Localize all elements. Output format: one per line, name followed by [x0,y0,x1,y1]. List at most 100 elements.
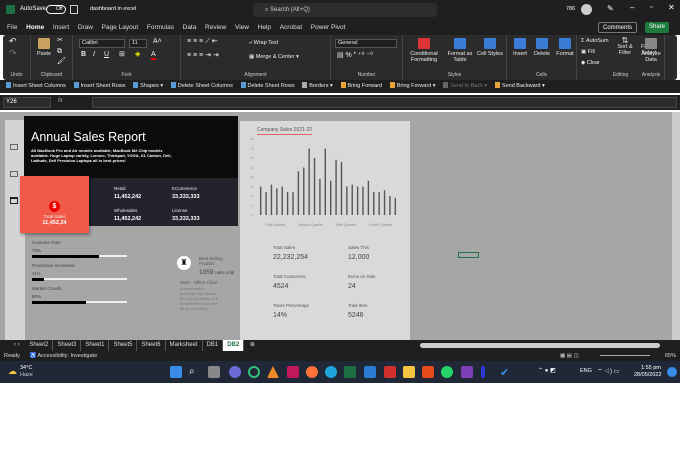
sheet-tab[interactable]: Sheet1 [81,340,110,351]
teams-icon[interactable] [229,366,241,378]
vlc-icon[interactable] [267,366,279,378]
restore-button[interactable]: ▫ [650,4,652,11]
app-icon[interactable] [481,366,485,378]
search-box[interactable]: ⌕ Search (Alt+Q) [253,3,437,17]
cut-icon[interactable]: ✂ [57,37,63,44]
borders-icon[interactable]: ⊞ [119,51,125,58]
insert-cells-button[interactable]: Insert [510,38,530,57]
copy-icon[interactable]: ⧉ [57,48,62,55]
format-cells-button[interactable]: Format [554,38,576,57]
prev-sheet-button[interactable]: ‹ › [10,340,24,351]
autosum-button[interactable]: Σ AutoSum [581,38,609,44]
qat-delete-sheet-columns[interactable]: Delete Sheet Columns [170,80,233,93]
conditional-formatting-button[interactable]: Conditional Formatting [405,38,443,63]
whatsapp-icon[interactable] [441,366,453,378]
excel-icon[interactable] [344,366,356,378]
todo-icon[interactable]: ✔ [500,366,512,379]
add-sheet-button[interactable]: ⊕ [246,340,259,351]
fill-color-icon[interactable]: ◈ [135,51,140,58]
network-sound-battery-icons[interactable]: ⌔ ◁) ▭ [597,367,619,375]
qat-borders[interactable]: Borders ▾ [302,80,333,93]
undo-icon[interactable]: ↶ [9,37,17,46]
font-size-select[interactable]: 11 [129,39,147,48]
name-box[interactable]: Y26 [3,97,51,108]
sheet-tab[interactable]: Sheet3 [53,340,82,351]
delete-cells-button[interactable]: Delete [531,38,553,57]
task-view-icon[interactable] [208,366,220,378]
bold-button[interactable]: B [81,51,86,58]
clock-date[interactable]: 28/05/2022 [634,372,662,378]
redo-icon[interactable]: ↷ [9,49,17,58]
formula-input[interactable] [92,97,677,108]
tab-view[interactable]: View [235,20,249,35]
merge-center-button[interactable]: ▦ Merge & Center ▾ [249,54,299,60]
tab-acrobat[interactable]: Acrobat [280,20,302,35]
tab-page-layout[interactable]: Page Layout [102,20,139,35]
view-buttons[interactable]: ▦ ▤ ◫ [560,351,579,361]
tab-insert[interactable]: Insert [53,20,69,35]
worksheet[interactable]: Annual Sales Report All MacBook Pro and … [0,112,680,340]
underline-button[interactable]: U [104,51,109,58]
qat-insert-sheet-rows[interactable]: Insert Sheet Rows [73,80,126,93]
notification-icon[interactable] [667,367,677,377]
increase-font-icon[interactable]: A˄ [153,38,162,45]
start-icon[interactable] [170,366,182,378]
format-as-table-button[interactable]: Format as Table [445,38,475,63]
avatar[interactable] [581,4,592,15]
tab-draw[interactable]: Draw [78,20,93,35]
qat-send-to-back[interactable]: Send to Back ▾ [443,80,487,93]
file-explorer-icon[interactable] [403,366,415,378]
tab-formulas[interactable]: Formulas [147,20,174,35]
sheet-tab[interactable]: Sheet2 [25,340,54,351]
word-icon[interactable] [364,366,376,378]
sheet-tab[interactable]: Marksheet [166,340,203,351]
tray-icons[interactable]: ⌃ ● ◩ [538,367,556,374]
acrobat-icon[interactable] [384,366,396,378]
qat-bring-forward-2[interactable]: Bring Forward ▾ [389,80,436,93]
paste-button[interactable]: Paste [37,38,51,57]
wrap-text-button[interactable]: ⤶ Wrap Text [249,40,278,46]
selected-cell[interactable] [458,252,479,258]
clear-button[interactable]: ◆ Clear [581,60,600,66]
align-top-icons[interactable]: ≡ ≡ ≡ ⟋ ⇤ [187,38,218,45]
tab-help[interactable]: Help [258,20,271,35]
clock-time[interactable]: 1:55 pm [641,365,661,371]
search-icon[interactable]: ⌕ [189,366,201,378]
app-icon[interactable] [287,366,299,378]
minimize-button[interactable]: – [630,3,634,12]
close-button[interactable]: ✕ [668,3,675,12]
qat-insert-sheet-columns[interactable]: Insert Sheet Columns [6,80,66,93]
zoom-slider[interactable] [600,355,650,356]
accessibility-status[interactable]: ♿ Accessibility: Investigate [29,353,97,359]
tab-review[interactable]: Review [205,20,226,35]
qat-delete-sheet-rows[interactable]: Delete Sheet Rows [240,80,295,93]
number-format-icons[interactable]: ▤ % ❜ ⁺⁰ ⁻⁰ [337,52,373,59]
onenote-icon[interactable] [461,366,473,378]
edge-icon[interactable] [325,366,337,378]
office-icon[interactable] [422,366,434,378]
sort-filter-button[interactable]: ⇅ Sort & Filter [613,37,637,57]
pen-icon[interactable]: ✎ [607,4,614,13]
save-icon[interactable] [70,5,78,14]
align-horizontal-icons[interactable]: ≡ ≡ ≡ ⇥ ⇥ [187,52,219,59]
file-name[interactable]: dashboard in excel [90,6,136,12]
fill-button[interactable]: ▣ Fill [581,49,595,55]
tab-home[interactable]: Home [26,20,45,36]
cell-styles-button[interactable]: Cell Styles [477,38,503,57]
sheet-tab-active[interactable]: DB2 [223,340,245,351]
font-name-select[interactable]: Calibri [79,39,125,48]
tab-data[interactable]: Data [183,20,197,35]
language[interactable]: ENG [580,368,592,374]
comments-button[interactable]: Comments [598,22,638,33]
firefox-icon[interactable] [306,366,318,378]
number-format-select[interactable]: General [335,39,397,48]
sheet-tab[interactable]: Sheet5 [109,340,138,351]
sheet-tab[interactable]: Sheet6 [137,340,166,351]
autosave-toggle[interactable]: Off [46,5,66,14]
font-color-icon[interactable]: A [151,51,156,60]
vertical-scrollbar[interactable] [672,112,680,340]
function-icon[interactable]: fx [58,98,63,104]
tab-file[interactable]: File [7,20,17,35]
qat-send-backward[interactable]: Send Backward ▾ [494,80,545,93]
share-button[interactable]: Share [645,22,670,33]
